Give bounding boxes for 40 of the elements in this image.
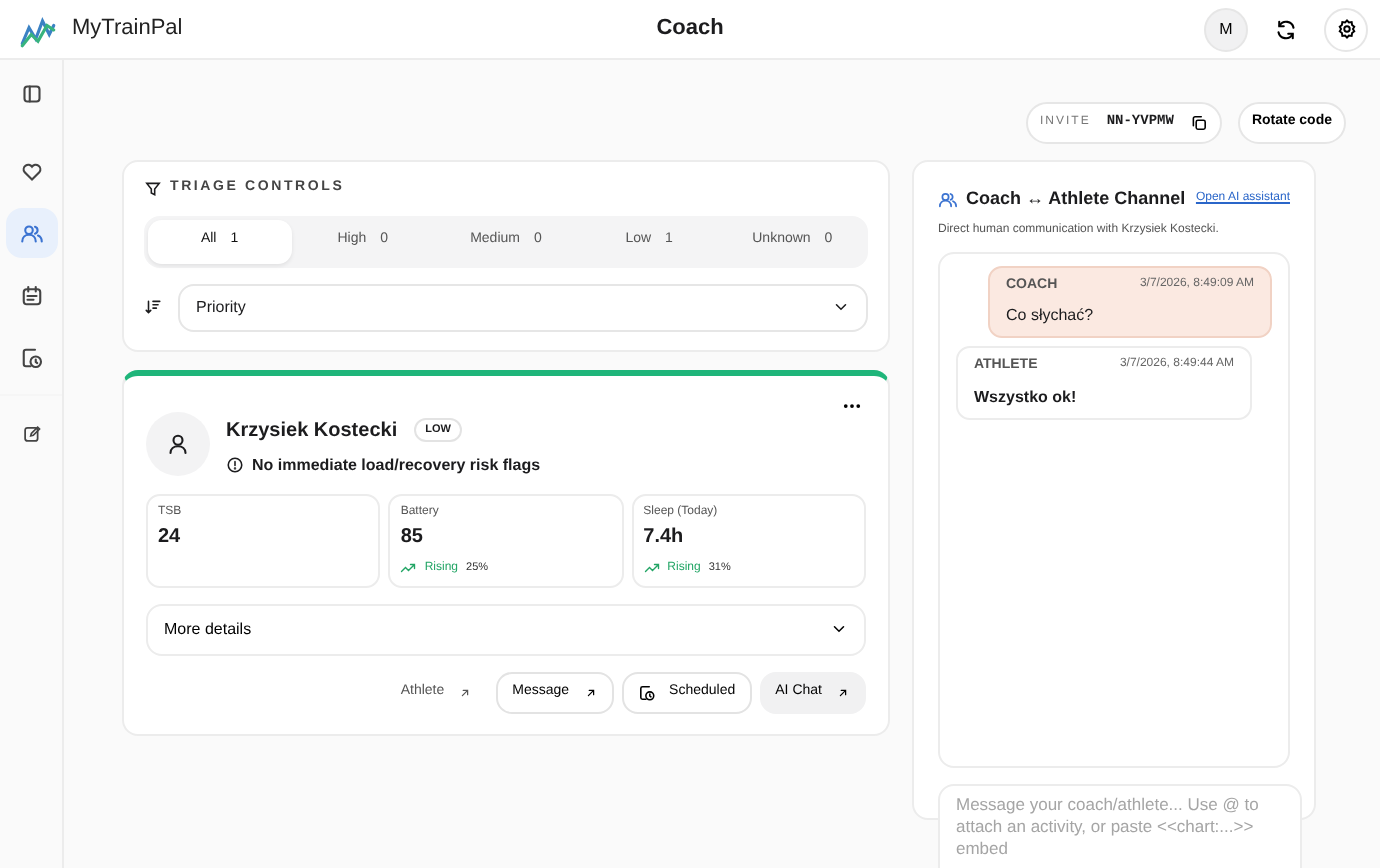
info-icon <box>226 456 244 474</box>
user-icon <box>166 431 190 455</box>
settings-button[interactable] <box>1324 7 1368 51</box>
metric-value: 24 <box>158 523 183 551</box>
sort-icon <box>144 298 162 316</box>
message-text: Co słychać? <box>1006 304 1096 328</box>
more-details-toggle[interactable]: More details <box>146 603 866 655</box>
channel-title: Coach ↔ Athlete Channel <box>966 186 1186 212</box>
clipboard-clock-icon <box>19 345 43 369</box>
filter-icon <box>144 179 162 198</box>
metric-value: 85 <box>400 523 425 551</box>
users-nav-item[interactable] <box>5 208 57 258</box>
heart-icon <box>19 159 43 183</box>
sort-value: Priority <box>196 295 246 319</box>
metric-value: 7.4h <box>643 523 686 551</box>
page-title: Coach <box>656 14 724 45</box>
message-text: Wszystko ok! <box>974 385 1079 409</box>
clipboard-clock-icon <box>637 683 656 701</box>
refresh-icon <box>1274 17 1298 41</box>
external-arrow-icon <box>458 685 473 699</box>
app-name: MyTrainPal <box>72 14 183 45</box>
users-icon <box>19 221 43 245</box>
external-arrow-icon <box>836 685 850 699</box>
calendar-icon <box>19 283 43 307</box>
copy-icon <box>1189 114 1208 132</box>
message-input[interactable]: Message your coach/athlete... Use @ to attach an activity, or paste <<chart:...>> embed <box>938 783 1302 868</box>
risk-flag-text: No immediate load/recovery risk flags <box>252 453 541 477</box>
users-icon <box>938 189 958 210</box>
sidebar-toggle-icon <box>19 81 43 105</box>
external-arrow-icon <box>583 685 598 699</box>
edit-icon <box>21 423 41 443</box>
trend-up-icon <box>643 560 660 576</box>
copy-button[interactable] <box>1189 114 1208 132</box>
sort-select[interactable]: Priority <box>178 283 868 331</box>
athlete-name: Krzysiek Kostecki <box>226 417 398 445</box>
settings-icon <box>1335 18 1357 40</box>
chevron-down-icon <box>832 298 850 316</box>
avatar-button[interactable]: M <box>1204 7 1248 51</box>
trend-up-icon <box>400 560 417 576</box>
chevron-icon <box>830 620 848 638</box>
